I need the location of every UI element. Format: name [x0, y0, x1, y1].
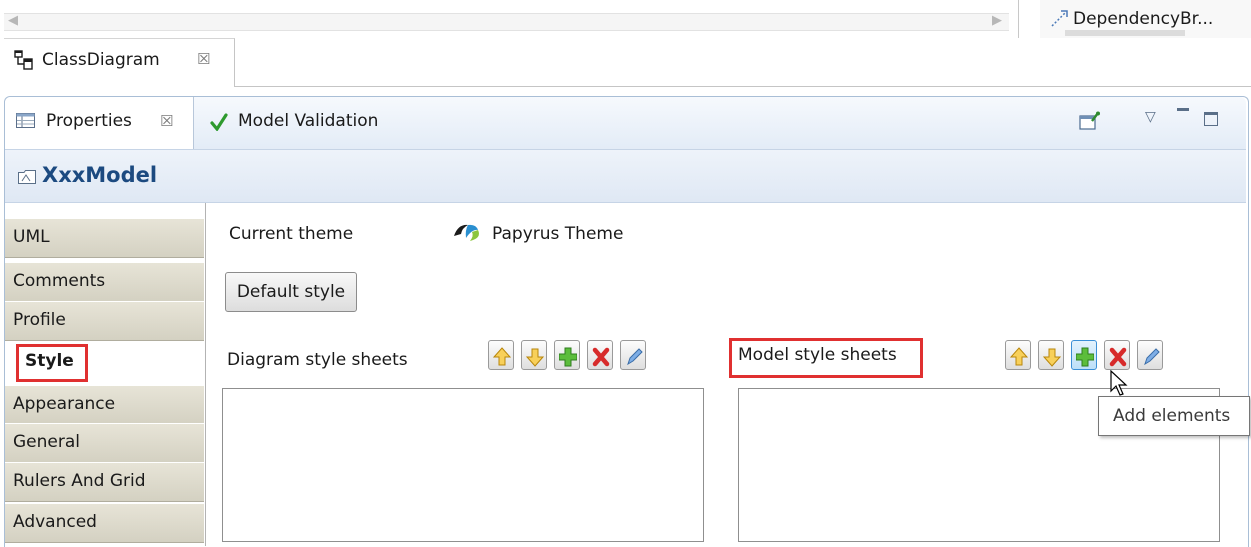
diagram-style-sheets-list[interactable] — [222, 388, 704, 542]
papyrus-icon — [454, 224, 479, 241]
tab-label: Appearance — [13, 394, 116, 414]
mouse-cursor-icon — [1110, 370, 1128, 396]
diagram-style-sheets-label: Diagram style sheets — [227, 350, 408, 370]
edit-button[interactable] — [1137, 340, 1163, 370]
style-tab-highlight — [16, 344, 88, 382]
move-down-button[interactable] — [521, 340, 547, 370]
tab-profile[interactable]: Profile — [5, 301, 204, 341]
tooltip-text: Add elements — [1113, 406, 1231, 426]
add-button[interactable] — [554, 340, 580, 370]
tab-label: UML — [13, 227, 50, 247]
tab-label: Advanced — [13, 512, 97, 532]
page-title: XxxModel — [42, 163, 158, 187]
scroll-left-arrow-icon[interactable]: ◀ — [8, 13, 18, 28]
tab-uml[interactable]: UML — [5, 218, 204, 258]
class-diagram-icon — [14, 50, 33, 70]
dependency-browser-tab-label[interactable]: DependencyBr... — [1073, 9, 1213, 29]
class-diagram-tab-label[interactable]: ClassDiagram — [42, 50, 160, 70]
add-icon — [559, 347, 577, 367]
theme-value: Papyrus Theme — [492, 224, 624, 244]
minimize-icon[interactable] — [1177, 108, 1189, 111]
tab-label: Rulers And Grid — [13, 471, 146, 491]
edit-button[interactable] — [620, 340, 646, 370]
add-icon — [1076, 347, 1094, 367]
pin-view-icon[interactable] — [1079, 111, 1101, 131]
green-check-icon — [210, 113, 228, 131]
move-down-icon — [1043, 348, 1061, 367]
edit-icon — [627, 348, 643, 366]
tab-comments[interactable]: Comments — [5, 262, 204, 302]
move-down-icon — [526, 348, 544, 367]
add-elements-button[interactable] — [1071, 340, 1097, 370]
tab-general[interactable]: General — [5, 423, 204, 463]
tab-label: General — [13, 432, 80, 452]
horizontal-scrollbar[interactable]: ◀ ▶ — [4, 13, 1009, 31]
tooltip: Add elements — [1098, 396, 1250, 436]
tab-advanced[interactable]: Advanced — [5, 503, 204, 543]
tab-rulers-and-grid[interactable]: Rulers And Grid — [5, 462, 204, 502]
move-up-button[interactable] — [488, 340, 514, 370]
move-up-icon — [493, 347, 511, 366]
view-menu-icon[interactable]: ▽ — [1145, 109, 1156, 125]
maximize-icon[interactable] — [1204, 112, 1218, 126]
tab-label: Profile — [13, 310, 66, 330]
tab-properties-label[interactable]: Properties — [46, 111, 132, 131]
current-theme-label: Current theme — [229, 224, 354, 244]
properties-title-bar — [5, 150, 1246, 203]
tab-label: Comments — [13, 271, 106, 291]
dependency-icon — [1051, 10, 1068, 27]
move-down-button[interactable] — [1038, 340, 1064, 370]
move-up-button[interactable] — [1005, 340, 1031, 370]
tab-appearance[interactable]: Appearance — [5, 385, 204, 425]
default-style-button[interactable]: Default style — [225, 272, 357, 312]
properties-table-icon — [16, 113, 35, 128]
close-icon[interactable]: ☒ — [160, 112, 173, 130]
remove-icon — [1109, 347, 1127, 367]
model-style-sheets-label: Model style sheets — [738, 345, 897, 365]
remove-button[interactable] — [1104, 340, 1130, 370]
close-icon[interactable]: ☒ — [197, 50, 210, 68]
move-up-icon — [1010, 347, 1028, 366]
model-folder-icon — [18, 170, 36, 184]
divider — [234, 86, 1251, 87]
divider — [1018, 0, 1019, 38]
remove-button[interactable] — [587, 340, 613, 370]
scroll-right-arrow-icon[interactable]: ▶ — [992, 13, 1002, 28]
tab-underline — [1065, 30, 1185, 36]
edit-icon — [1144, 348, 1160, 366]
remove-icon — [592, 347, 610, 367]
tab-model-validation[interactable]: Model Validation — [238, 111, 378, 131]
